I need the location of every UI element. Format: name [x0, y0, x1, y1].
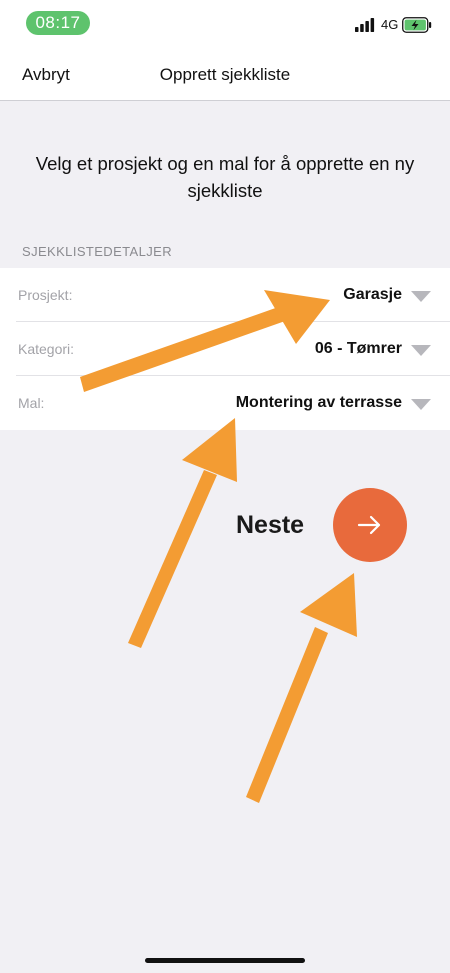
network-type: 4G — [381, 17, 399, 32]
next-label[interactable]: Neste — [236, 510, 304, 540]
category-picker-row[interactable]: Kategori: 06 - Tømrer — [0, 322, 450, 376]
project-picker-row[interactable]: Prosjekt: Garasje — [0, 268, 450, 322]
annotation-arrows — [80, 290, 357, 803]
project-value: Garasje — [343, 286, 402, 303]
category-value: 06 - Tømrer — [314, 340, 402, 357]
annotation-arrow-template — [128, 418, 237, 648]
nav-bar: Opprett sjekkliste Avbryt — [0, 48, 450, 101]
arrow-right-icon — [357, 515, 381, 535]
template-value: Montering av terrasse — [235, 394, 402, 411]
caret-down-icon — [411, 399, 431, 410]
status-time: 08:17 — [26, 11, 90, 35]
checklist-details-form: Prosjekt: Garasje Kategori: 06 - Tømrer … — [0, 268, 450, 430]
project-label: Prosjekt: — [18, 287, 73, 303]
template-label: Mal: — [18, 395, 45, 411]
cellular-signal-icon — [355, 18, 375, 32]
cancel-button[interactable]: Avbryt — [22, 64, 70, 86]
intro-text: Velg et prosjekt og en mal for å opprett… — [35, 153, 415, 201]
next-button[interactable] — [333, 488, 407, 562]
template-picker-row[interactable]: Mal: Montering av terrasse — [0, 376, 450, 430]
section-header: SJEKKLISTEDETALJER — [22, 244, 173, 259]
caret-down-icon — [411, 291, 431, 302]
battery-charging-icon — [402, 17, 432, 33]
annotation-arrow-next — [246, 573, 357, 803]
caret-down-icon — [411, 345, 431, 356]
home-indicator — [145, 958, 305, 963]
category-label: Kategori: — [18, 341, 75, 357]
status-bar: 08:17 4G — [0, 0, 450, 48]
